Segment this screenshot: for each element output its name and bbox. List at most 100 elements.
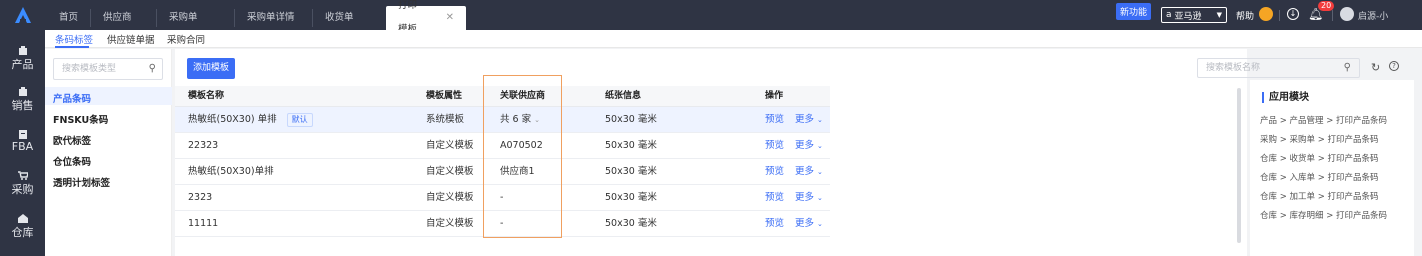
template-name: 22323 [188,140,219,151]
table-row[interactable]: 11111 自定义模板 - 50x30 毫米 预览 更多 ⌄ [175,211,830,237]
more-dropdown[interactable]: 更多 ⌄ [795,211,823,237]
template-name: 热敏纸(50X30)单排 [188,166,274,177]
supplier-name: - [500,192,504,203]
divider [1332,10,1333,21]
tab-supplier[interactable]: 供应商 [90,9,156,27]
theme-icon[interactable] [1259,7,1273,21]
tab-purchase-order-detail[interactable]: 采购单详情 [234,9,312,27]
search-placeholder: 搜索模板类型 [62,64,117,74]
preview-link[interactable]: 预览 [765,159,784,185]
paper-info: 50x30 毫米 [605,166,657,177]
more-dropdown[interactable]: 更多 ⌄ [795,107,823,133]
add-template-button[interactable]: 添加模板 [187,58,235,79]
close-icon[interactable]: ✕ [446,6,454,30]
supplier-count: 共 6 家 [500,114,532,125]
preview-link[interactable]: 预览 [765,133,784,159]
col-supplier: 关联供应商 [500,91,546,101]
supplier-name: - [500,218,504,229]
paper-info: 50x30 毫米 [605,192,657,203]
supplier-dropdown[interactable]: 共 6 家 ⌄ [500,107,540,133]
table-row[interactable]: 2323 自定义模板 - 50x30 毫米 预览 更多 ⌄ [175,185,830,211]
subtab-purchase-contract[interactable]: 采购合同 [167,32,205,46]
new-feature-badge[interactable]: 新功能 [1116,3,1152,20]
category-location-barcode[interactable]: 仓位条码 [53,154,91,168]
tab-home[interactable]: 首页 [47,9,90,27]
subtab-barcode-label[interactable]: 条码标签 [55,32,93,46]
sidebar-item-label: 销售 [11,99,34,112]
template-name-search-input[interactable]: 搜索模板名称 ⚲ [1197,58,1360,78]
avatar[interactable] [1340,7,1354,21]
chevron-down-icon: ▼ [1216,11,1222,19]
account-switcher[interactable]: a 亚马逊 ▼ [1161,7,1227,23]
paper-info: 50x30 毫米 [605,114,657,125]
table-header: 模板名称 模板属性 关联供应商 纸张信息 操作 [175,86,830,107]
tab-purchase-order[interactable]: 采购单 [156,9,234,27]
sidebar-item-label: 产品 [11,58,34,71]
template-attr: 系统模板 [426,114,465,125]
refresh-icon[interactable]: ↻ [1371,61,1380,74]
download-icon[interactable]: ↓ [1287,8,1299,20]
module-path: 仓库 > 入库单 > 打印产品条码 [1260,173,1379,183]
application-module-panel: 应用模块 产品 > 产品管理 > 打印产品条码 采购 > 采购单 > 打印产品条… [1250,80,1414,256]
module-path: 仓库 > 加工单 > 打印产品条码 [1260,192,1379,202]
top-bar: 首页 供应商 采购单 采购单详情 收货单 打印模板 ✕ 新功能 a 亚马逊 ▼ … [0,0,1422,35]
more-label: 更多 [795,192,815,203]
category-fnsku-barcode[interactable]: FNSKU条码 [53,112,108,126]
template-type-search-input[interactable]: 搜索模板类型 ⚲ [53,58,163,80]
sidebar-item-sales[interactable]: 销售 [0,87,45,113]
more-dropdown[interactable]: 更多 ⌄ [795,185,823,211]
supplier-name: A070502 [500,140,543,151]
account-label: 亚马逊 [1174,11,1202,22]
more-label: 更多 [795,114,815,125]
app-logo-icon[interactable] [0,0,45,30]
table-row[interactable]: 22323 自定义模板 A070502 50x30 毫米 预览 更多 ⌄ [175,133,830,159]
scrollbar[interactable] [1237,88,1241,243]
chevron-down-icon: ⌄ [817,220,823,228]
category-transparency-label[interactable]: 透明计划标签 [53,175,110,189]
help-icon[interactable]: ? [1389,61,1399,71]
more-dropdown[interactable]: 更多 ⌄ [795,159,823,185]
more-label: 更多 [795,140,815,151]
template-name: 11111 [188,218,219,229]
tab-receipt[interactable]: 收货单 [312,9,386,27]
template-main-panel: 添加模板 搜索模板名称 ⚲ ↻ ? 模板名称 模板属性 关联供应商 纸张信息 操… [175,49,1399,256]
category-eu-rep-label[interactable]: 欧代标签 [53,133,91,147]
supplier-name: 供应商1 [500,166,535,177]
search-icon[interactable]: ⚲ [1344,59,1351,77]
template-attr: 自定义模板 [426,166,474,177]
sales-icon [18,87,27,96]
preview-link[interactable]: 预览 [765,185,784,211]
help-link[interactable]: 帮助 [1236,9,1254,22]
paper-info: 50x30 毫米 [605,218,657,229]
chevron-down-icon: ⌄ [817,194,823,202]
col-template-attr: 模板属性 [426,91,463,101]
subtab-supply-chain-docs[interactable]: 供应链单据 [107,32,155,46]
category-product-barcode[interactable]: 产品条码 [53,91,91,105]
sidebar-item-label: 仓库 [11,226,34,239]
chevron-down-icon: ⌄ [817,168,823,176]
table-row[interactable]: 热敏纸(50X30)单排 自定义模板 供应商1 50x30 毫米 预览 更多 ⌄ [175,159,830,185]
divider [1279,10,1280,21]
chevron-down-icon: ⌄ [534,116,540,124]
module-path: 产品 > 产品管理 > 打印产品条码 [1260,116,1388,126]
sidebar-item-warehouse[interactable]: 仓库 [0,214,45,240]
more-dropdown[interactable]: 更多 ⌄ [795,133,823,159]
search-icon[interactable]: ⚲ [149,59,156,79]
sidebar-item-purchase[interactable]: 采购 [0,171,45,197]
preview-link[interactable]: 预览 [765,107,784,133]
preview-link[interactable]: 预览 [765,211,784,237]
sidebar-item-product[interactable]: 产品 [0,46,45,72]
template-name: 热敏纸(50X30) 单排 [188,114,277,125]
user-name[interactable]: 启源-小 [1358,9,1388,22]
active-tab-indicator [55,46,89,48]
warehouse-icon [17,214,28,223]
sidebar-item-fba[interactable]: FBA [0,130,45,153]
tab-print-template[interactable]: 打印模板 ✕ [386,0,467,35]
template-attr: 自定义模板 [426,192,474,203]
template-type-panel: 搜索模板类型 ⚲ 产品条码 FNSKU条码 欧代标签 仓位条码 透明计划标签 [45,49,172,256]
table-row[interactable]: 热敏纸(50X30) 单排 默认 系统模板 共 6 家 ⌄ 50x30 毫米 预览 … [175,107,830,133]
default-tag: 默认 [286,113,313,127]
col-paper: 纸张信息 [605,91,642,101]
sidebar-item-label: 采购 [11,183,34,196]
template-attr: 自定义模板 [426,140,474,151]
